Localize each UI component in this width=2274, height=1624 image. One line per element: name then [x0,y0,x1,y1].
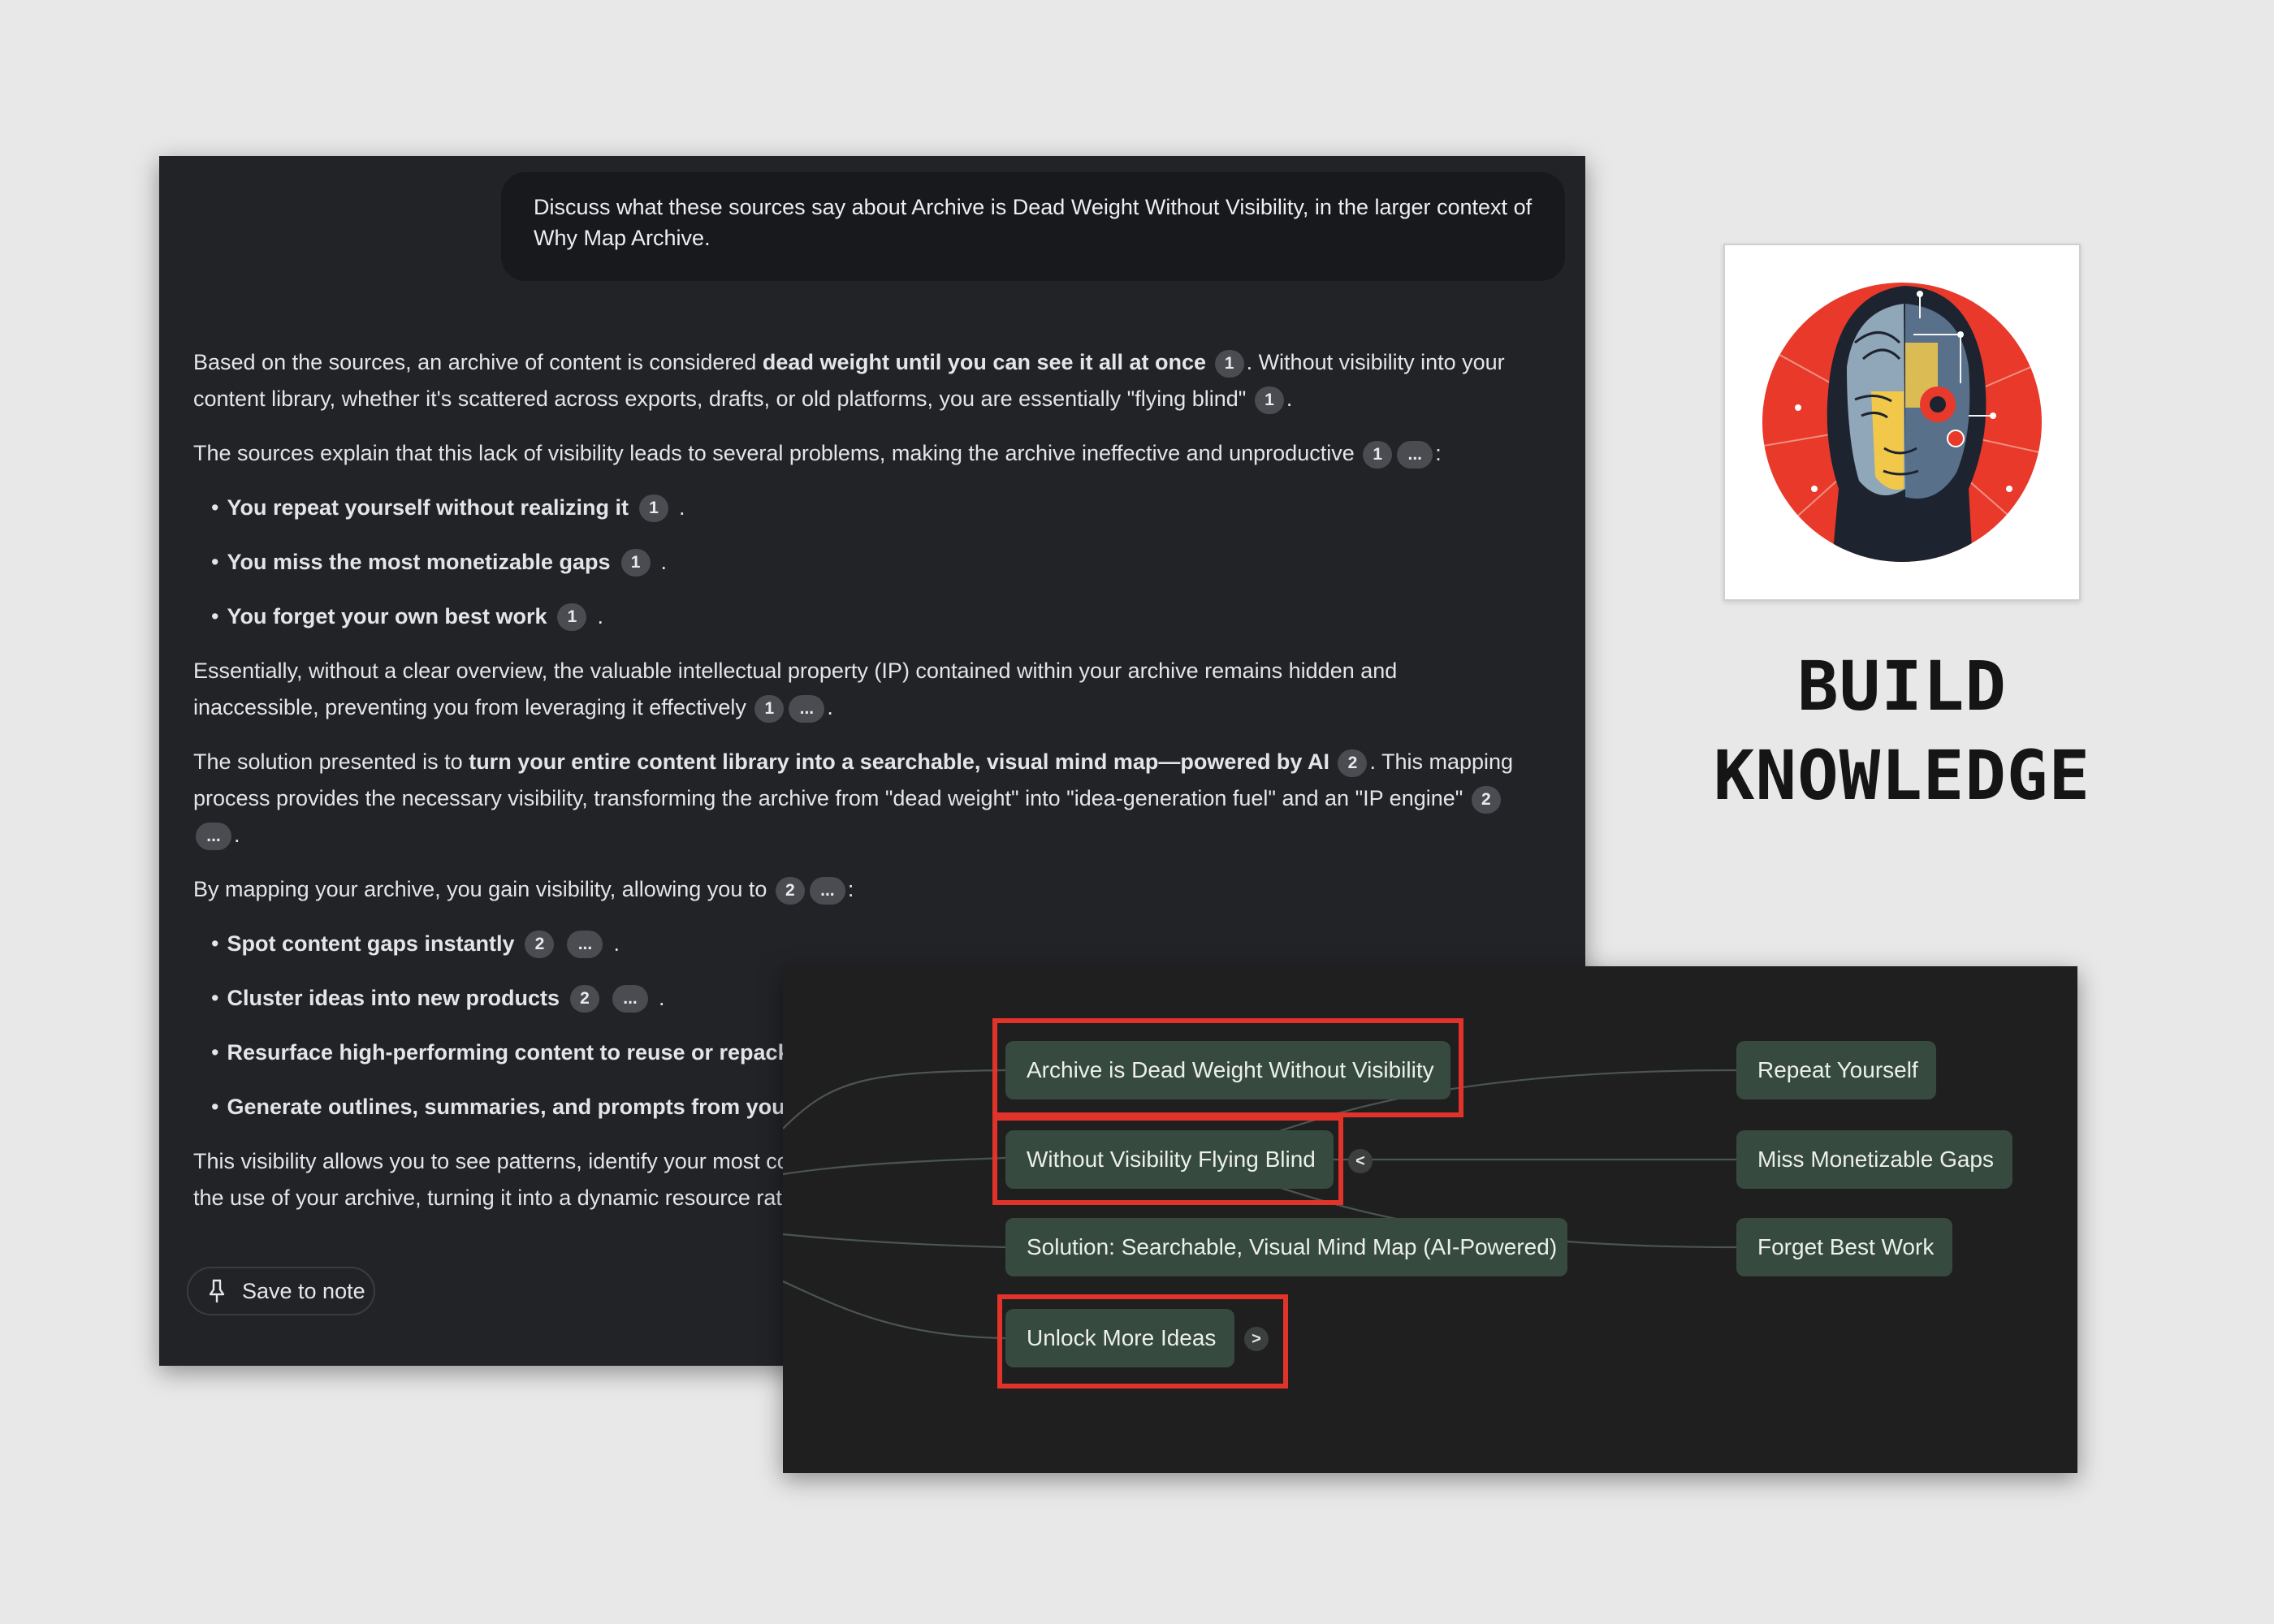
citation-more-chip[interactable]: ... [567,930,603,958]
citation-chip[interactable]: 2 [775,876,805,905]
mind-map-child-node[interactable]: Repeat Yourself [1736,1041,1936,1099]
highlight-box [992,1116,1343,1205]
user-prompt: Discuss what these sources say about Arc… [501,172,1565,281]
citation-chip[interactable]: 2 [570,984,600,1013]
citation-more-chip[interactable]: ... [196,822,231,850]
citation-chip[interactable]: 1 [1214,349,1244,378]
citation-more-chip[interactable]: ... [612,984,649,1013]
citation-more-chip[interactable]: ... [809,876,845,905]
list-item: • You forget your own best work 1. [211,598,1574,635]
citation-chip[interactable]: 1 [639,494,669,522]
build-knowledge-heading: BUILD KNOWLEDGE [1713,646,2091,815]
expand-toggle[interactable]: > [1244,1327,1269,1351]
ai-face-portrait-icon [1762,283,2042,562]
highlight-box [992,1018,1463,1117]
collapse-toggle[interactable]: < [1348,1149,1373,1173]
citation-chip[interactable]: 1 [1254,386,1284,414]
citation-chip[interactable]: 2 [1471,785,1501,814]
response-paragraph-5: By mapping your archive, you gain visibi… [193,871,1517,908]
citation-chip[interactable]: 1 [620,548,651,577]
mind-map-panel: Archive is Dead Weight Without Visibilit… [783,966,2077,1473]
citation-chip[interactable]: 1 [557,603,587,631]
list-item: • Spot content gaps instantly 2.... [211,926,1574,962]
mind-map-child-node[interactable]: Miss Monetizable Gaps [1736,1130,2012,1189]
mind-map-child-node[interactable]: Forget Best Work [1736,1218,1952,1276]
save-to-note-button[interactable]: Save to note [187,1267,375,1315]
list-item: • You miss the most monetizable gaps 1. [211,544,1574,581]
response-paragraph-4: The solution presented is to turn your e… [193,744,1517,853]
citation-chip[interactable]: 2 [525,930,555,958]
ai-face-portrait [1723,244,2081,601]
response-paragraph-1: Based on the sources, an archive of cont… [193,344,1517,417]
mind-map-node[interactable]: Solution: Searchable, Visual Mind Map (A… [1005,1218,1567,1276]
pin-icon [209,1279,225,1302]
citation-chip[interactable]: 1 [754,694,785,723]
response-paragraph-2: The sources explain that this lack of vi… [193,435,1517,472]
citation-chip[interactable]: 1 [1363,440,1393,469]
citation-more-chip[interactable]: ... [1397,440,1433,469]
citation-chip[interactable]: 2 [1338,749,1368,777]
response-paragraph-3: Essentially, without a clear overview, t… [193,653,1517,726]
citation-more-chip[interactable]: ... [789,694,825,723]
list-item: • You repeat yourself without realizing i… [211,490,1574,526]
